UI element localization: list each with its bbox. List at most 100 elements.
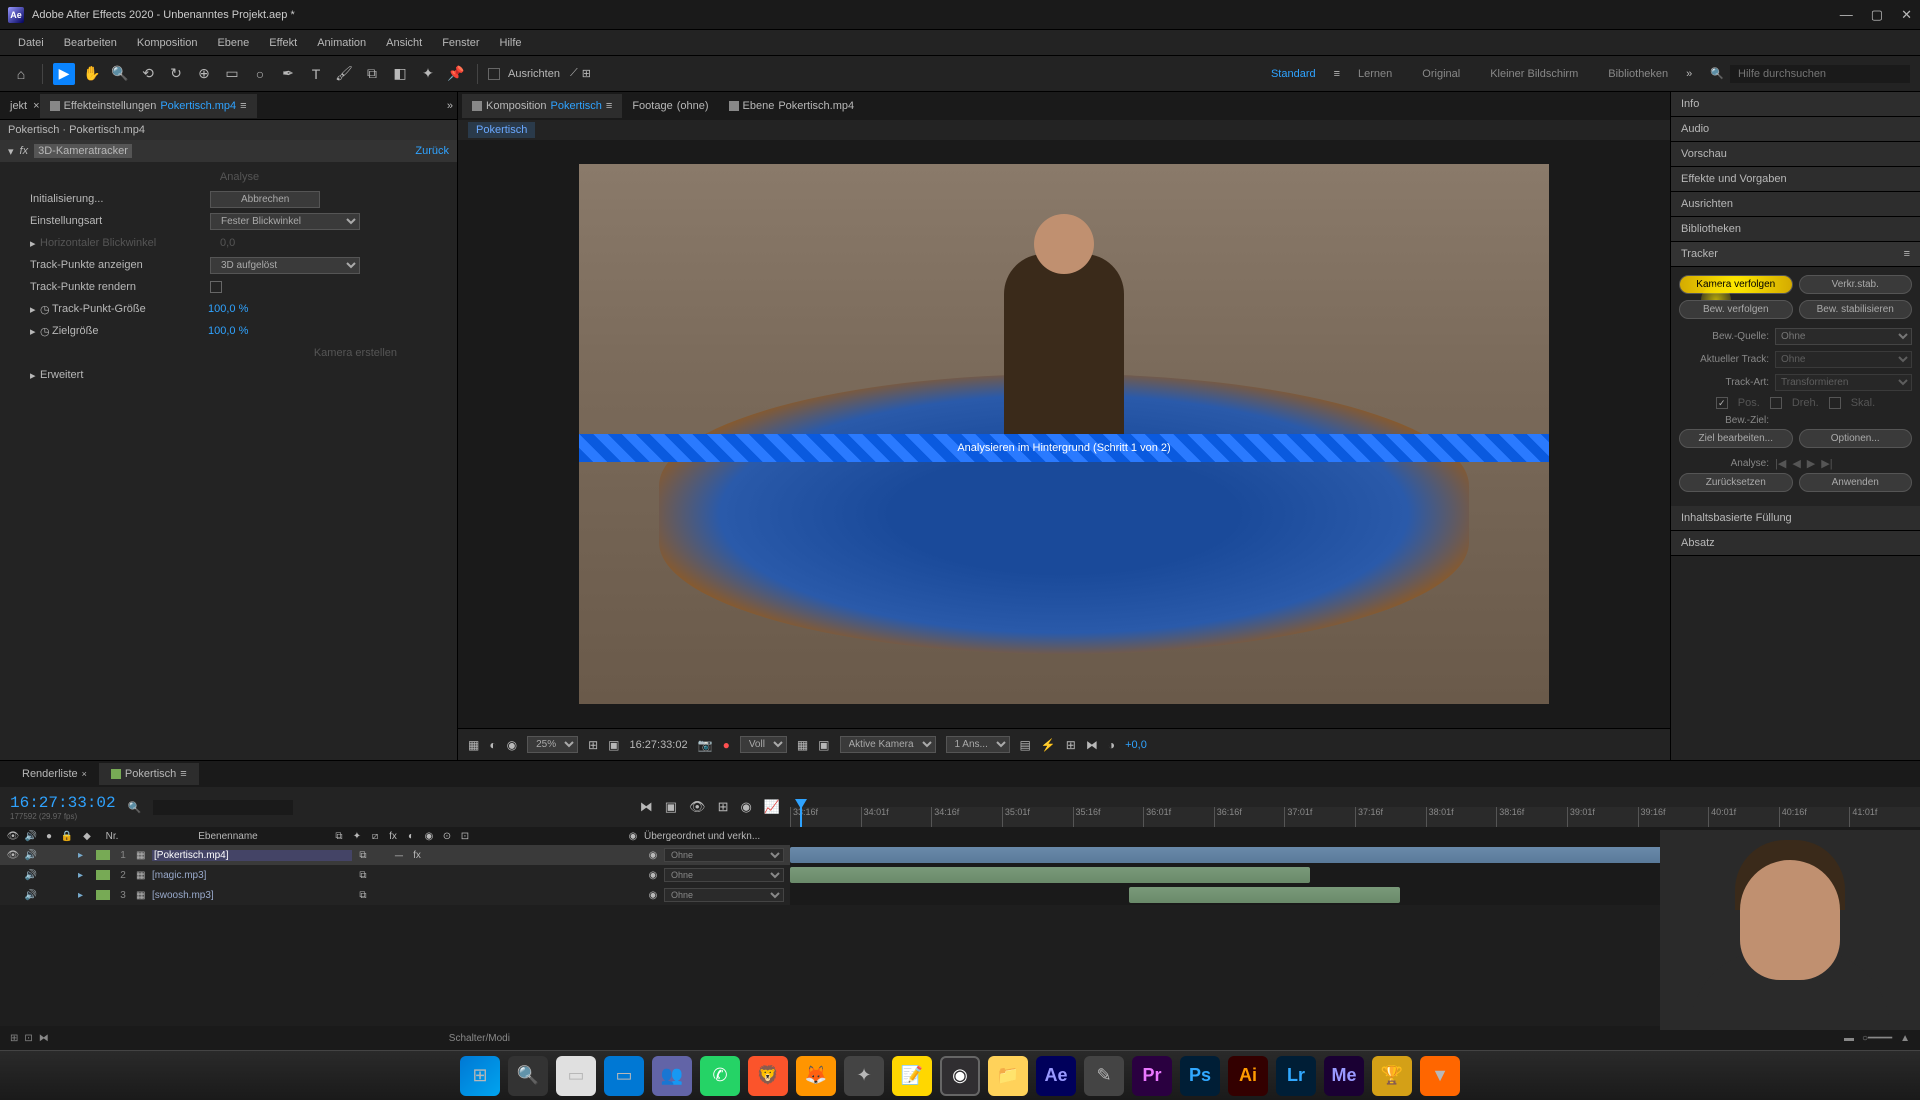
taskbar-edge-icon[interactable]: ▭ bbox=[604, 1056, 644, 1096]
zoom-tool[interactable]: 🔍 bbox=[109, 63, 131, 85]
help-search-input[interactable] bbox=[1730, 65, 1910, 83]
graph-editor-icon[interactable]: 📈 bbox=[764, 799, 780, 815]
zoom-out-icon[interactable]: ▬ bbox=[1844, 1033, 1854, 1044]
mask-icon[interactable]: ◐ bbox=[489, 738, 496, 752]
pixel-aspect-icon[interactable]: ▤ bbox=[1020, 738, 1031, 752]
motion-blur-icon[interactable]: ◉ bbox=[740, 799, 751, 815]
shy-switch[interactable]: ⧉ bbox=[356, 850, 370, 861]
menu-hilfe[interactable]: Hilfe bbox=[490, 37, 532, 49]
audio-panel-header[interactable]: Audio bbox=[1671, 117, 1920, 142]
taskbar-lr-icon[interactable]: Lr bbox=[1276, 1056, 1316, 1096]
shy-switch[interactable]: ⧉ bbox=[356, 870, 370, 881]
res-icon[interactable]: ⊞ bbox=[588, 738, 598, 752]
stamp-tool[interactable]: ⧉ bbox=[361, 63, 383, 85]
workspace-overflow-icon[interactable]: » bbox=[1686, 68, 1692, 80]
tracker-panel-header[interactable]: Tracker bbox=[1681, 248, 1904, 260]
rect-tool[interactable]: ▭ bbox=[221, 63, 243, 85]
pos-checkbox[interactable]: ✓ bbox=[1716, 397, 1728, 409]
taskbar-teams-icon[interactable]: 👥 bbox=[652, 1056, 692, 1096]
close-button[interactable]: ✕ bbox=[1901, 7, 1912, 23]
grid-icon[interactable]: ▦ bbox=[468, 738, 479, 752]
alpha-icon[interactable]: ◉ bbox=[507, 738, 517, 752]
taskbar-app4-icon[interactable]: ▼ bbox=[1420, 1056, 1460, 1096]
rot-checkbox[interactable] bbox=[1770, 397, 1782, 409]
content-aware-fill-header[interactable]: Inhaltsbasierte Füllung bbox=[1671, 506, 1920, 531]
taskbar-app-icon[interactable]: ✦ bbox=[844, 1056, 884, 1096]
hand-tool[interactable]: ✋ bbox=[81, 63, 103, 85]
horiz-twirl-icon[interactable]: ▸ bbox=[30, 237, 40, 250]
workspace-bibliotheken[interactable]: Bibliotheken bbox=[1596, 68, 1680, 80]
workspace-kleiner[interactable]: Kleiner Bildschirm bbox=[1478, 68, 1590, 80]
effect-reset-link[interactable]: Zurück bbox=[415, 145, 449, 157]
start-button[interactable]: ⊞ bbox=[460, 1056, 500, 1096]
pen-tool[interactable]: ✒ bbox=[277, 63, 299, 85]
comp-mini-flowchart-icon[interactable]: ⧓ bbox=[640, 799, 653, 815]
shy-switch[interactable]: ⧉ bbox=[356, 890, 370, 901]
track-motion-button[interactable]: Bew. verfolgen bbox=[1679, 300, 1793, 319]
timeline-icon[interactable]: ⊞ bbox=[1066, 738, 1076, 752]
layer-name[interactable]: [Pokertisch.mp4] bbox=[152, 850, 352, 861]
orbit-tool[interactable]: ⟲ bbox=[137, 63, 159, 85]
parent-pickwhip-icon[interactable]: ◉ bbox=[646, 870, 660, 881]
align-checkbox[interactable] bbox=[488, 68, 500, 80]
home-icon[interactable]: ⌂ bbox=[10, 63, 32, 85]
erweitert-twirl-icon[interactable]: ▸ bbox=[30, 369, 40, 382]
stabilize-motion-button[interactable]: Bew. stabilisieren bbox=[1799, 300, 1913, 319]
timeline-ruler[interactable]: 33:16f 34:01f 34:16f 35:01f 35:16f 36:01… bbox=[790, 807, 1920, 827]
ziel-twirl-icon[interactable]: ▸ bbox=[30, 325, 40, 338]
brush-tool[interactable]: 🖌 bbox=[333, 63, 355, 85]
draft-3d-icon[interactable]: ▣ bbox=[665, 799, 677, 815]
snap2-icon[interactable]: ⊞ bbox=[582, 67, 591, 80]
composition-tab[interactable]: Komposition Pokertisch ≡ bbox=[462, 94, 622, 118]
menu-ansicht[interactable]: Ansicht bbox=[376, 37, 432, 49]
views-select[interactable]: 1 Ans... bbox=[946, 736, 1010, 753]
align-panel-header[interactable]: Ausrichten bbox=[1671, 192, 1920, 217]
einstellungsart-select[interactable]: Fester Blickwinkel bbox=[210, 213, 360, 230]
anchor-tool[interactable]: ⊕ bbox=[193, 63, 215, 85]
fx-icon[interactable]: fx bbox=[20, 145, 29, 157]
zoom-in-icon[interactable]: ▲ bbox=[1900, 1033, 1910, 1044]
tab-menu-icon[interactable]: ≡ bbox=[180, 768, 186, 780]
warp-stabilize-button[interactable]: Verkr.stab. bbox=[1799, 275, 1913, 294]
label-col-icon[interactable]: ◆ bbox=[78, 831, 96, 842]
tab-close-icon[interactable]: × bbox=[82, 769, 87, 779]
parent-select[interactable]: Ohne bbox=[664, 868, 784, 882]
taskbar-brave-icon[interactable]: 🦁 bbox=[748, 1056, 788, 1096]
info-panel-header[interactable]: Info bbox=[1671, 92, 1920, 117]
menu-komposition[interactable]: Komposition bbox=[127, 37, 208, 49]
effect-controls-tab[interactable]: Effekteinstellungen Pokertisch.mp4 ≡ bbox=[40, 94, 257, 118]
audio-toggle[interactable]: 🔊 bbox=[24, 850, 38, 861]
toggle-switches-icon3[interactable]: ⧓ bbox=[39, 1033, 49, 1044]
show-tp-select[interactable]: 3D aufgelöst bbox=[210, 257, 360, 274]
cancel-button[interactable]: Abbrechen bbox=[210, 191, 320, 208]
footage-tab[interactable]: Footage (ohne) bbox=[622, 94, 718, 118]
puppet-tool[interactable]: 📌 bbox=[445, 63, 467, 85]
maximize-button[interactable]: ▢ bbox=[1871, 7, 1883, 23]
roi-icon[interactable]: ▣ bbox=[608, 738, 619, 752]
layer-bar[interactable] bbox=[790, 867, 1310, 883]
shy-icon[interactable]: 👁 bbox=[689, 799, 706, 815]
taskbar-me-icon[interactable]: Me bbox=[1324, 1056, 1364, 1096]
resolution-select[interactable]: Voll bbox=[740, 736, 787, 753]
viewer-timecode[interactable]: 16:27:33:02 bbox=[629, 739, 687, 751]
workspace-menu-icon[interactable]: ≡ bbox=[1334, 68, 1340, 80]
3d-icon[interactable]: ▣ bbox=[818, 738, 829, 752]
parent-pickwhip-icon[interactable]: ◉ bbox=[646, 850, 660, 861]
rotate-tool[interactable]: ↻ bbox=[165, 63, 187, 85]
menu-datei[interactable]: Datei bbox=[8, 37, 54, 49]
playhead[interactable] bbox=[800, 807, 802, 827]
layer-bar[interactable] bbox=[1129, 887, 1400, 903]
tab-menu-icon[interactable]: ≡ bbox=[240, 100, 246, 112]
ellipse-tool[interactable]: ○ bbox=[249, 63, 271, 85]
taskbar-pr-icon[interactable]: Pr bbox=[1132, 1056, 1172, 1096]
frame-blend-icon[interactable]: ⊞ bbox=[718, 799, 729, 815]
scale-checkbox[interactable] bbox=[1829, 397, 1841, 409]
workspace-lernen[interactable]: Lernen bbox=[1346, 68, 1404, 80]
lock-col-icon[interactable]: 🔒 bbox=[60, 831, 74, 842]
timeline-search[interactable] bbox=[153, 800, 293, 815]
effect-name[interactable]: 3D-Kameratracker bbox=[34, 144, 132, 158]
timeline-timecode[interactable]: 16:27:33:02 bbox=[10, 794, 116, 812]
render-queue-tab[interactable]: Renderliste × bbox=[10, 763, 99, 785]
eraser-tool[interactable]: ◧ bbox=[389, 63, 411, 85]
shy-col-icon[interactable]: ⧉ bbox=[332, 831, 346, 842]
